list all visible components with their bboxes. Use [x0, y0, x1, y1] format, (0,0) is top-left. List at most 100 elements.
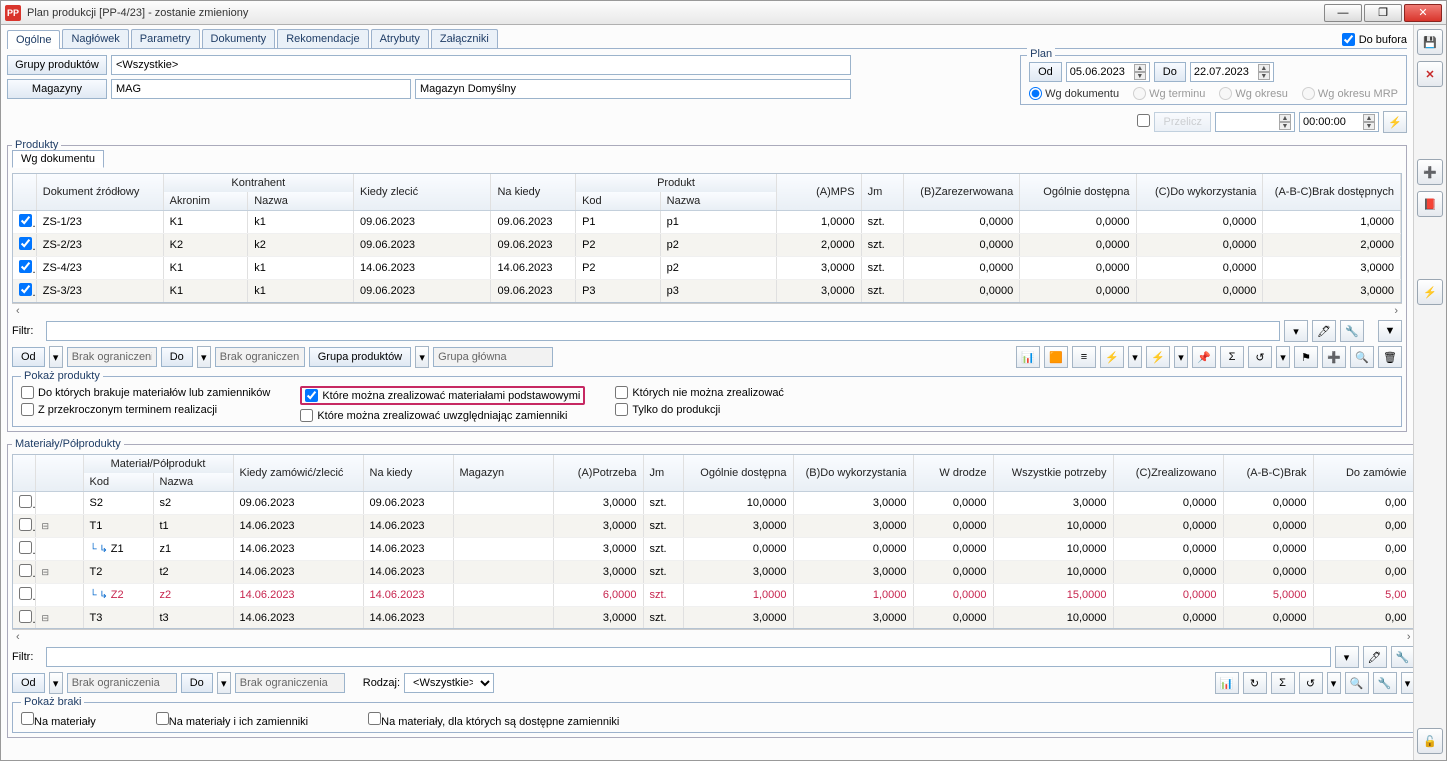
mat-do-drop-icon[interactable]: ▾ — [217, 672, 231, 694]
wg-dokumentu-tab[interactable]: Wg dokumentu — [12, 150, 104, 168]
mat-refresh-icon[interactable]: ↻ — [1243, 672, 1267, 694]
chk-na-materialy-zamienniki[interactable]: Na materiały i ich zamienniki — [156, 712, 308, 728]
radio-wg-okresu[interactable]: Wg okresu — [1219, 87, 1288, 100]
tab-załączniki[interactable]: Załączniki — [431, 29, 498, 48]
materialy-filtr-input[interactable] — [46, 647, 1331, 667]
produkty-od-button[interactable]: Od — [12, 347, 45, 367]
mat-wrench-icon[interactable]: 🔧 — [1373, 672, 1397, 694]
plan-od-date[interactable]: 05.06.2023▲▼ — [1066, 62, 1150, 82]
scroll-left-icon[interactable]: ‹ — [16, 305, 20, 317]
tab-rekomendacje[interactable]: Rekomendacje — [277, 29, 368, 48]
table-row[interactable]: ZS-2/23K2k209.06.202309.06.2023P2p22,000… — [13, 234, 1401, 257]
plan-od-button[interactable]: Od — [1029, 62, 1062, 82]
list-icon[interactable]: ≡ — [1072, 346, 1096, 368]
tab-dokumenty[interactable]: Dokumenty — [202, 29, 276, 48]
pin-icon[interactable]: 📌 — [1192, 346, 1216, 368]
mat-scroll-right-icon[interactable]: › — [1407, 631, 1411, 643]
funnel-icon[interactable]: ▼ — [1378, 320, 1402, 342]
mat-scroll-left-icon[interactable]: ‹ — [16, 631, 20, 643]
chk-brakuje-materialow[interactable]: Do których brakuje materiałów lub zamien… — [21, 386, 270, 399]
mat-sigma-icon[interactable]: Σ — [1271, 672, 1295, 694]
scroll-right-icon[interactable]: › — [1394, 305, 1398, 317]
od-drop-icon[interactable]: ▾ — [49, 346, 63, 368]
bolt2-icon[interactable]: ⚡ — [1146, 346, 1170, 368]
table-row[interactable]: ZS-1/23K1k109.06.202309.06.2023P1p11,000… — [13, 211, 1401, 234]
magazyn-kod-input[interactable] — [111, 79, 411, 99]
mat-filtr-drop-icon[interactable]: ▾ — [1335, 646, 1359, 668]
sigma-icon[interactable]: Σ — [1220, 346, 1244, 368]
chk-zrealizowac-podstawowymi[interactable]: Które można zrealizować materiałami pods… — [300, 386, 585, 405]
przelicz-value[interactable]: ▲▼ — [1215, 112, 1295, 132]
table-row[interactable]: ZS-4/23K1k114.06.202314.06.2023P2p23,000… — [13, 257, 1401, 280]
produkty-filtr-input[interactable] — [46, 321, 1280, 341]
chk-na-materialy[interactable]: Na materiały — [21, 712, 96, 728]
magazyny-button[interactable]: Magazyny — [7, 79, 107, 99]
mat-undo-icon[interactable]: ↺ — [1299, 672, 1323, 694]
materialy-do-button[interactable]: Do — [181, 673, 213, 693]
table-row[interactable]: ZS-3/23K1k109.06.202309.06.2023P3p33,000… — [13, 280, 1401, 303]
filtr-tool-icon[interactable]: 🔧 — [1340, 320, 1364, 342]
mat-undo-drop-icon[interactable]: ▾ — [1327, 672, 1341, 694]
trash-icon[interactable]: 🗑 — [1378, 346, 1402, 368]
mat-chart-icon[interactable]: 📊 — [1215, 672, 1239, 694]
grupy-produktow-input[interactable] — [111, 55, 851, 75]
close-button[interactable]: ✕ — [1404, 4, 1442, 22]
plan-do-button[interactable]: Do — [1154, 62, 1186, 82]
mat-wrench-drop-icon[interactable]: ▾ — [1401, 672, 1414, 694]
mat-od-drop-icon[interactable]: ▾ — [49, 672, 63, 694]
filtr-edit-icon[interactable]: 🖊 — [1312, 320, 1336, 342]
tab-parametry[interactable]: Parametry — [131, 29, 200, 48]
save-icon[interactable]: 💾 — [1417, 29, 1443, 55]
przelicz-checkbox[interactable] — [1137, 114, 1150, 130]
rodzaj-select[interactable]: <Wszystkie> — [404, 673, 494, 693]
table-row[interactable]: ⊟T1t114.06.202314.06.20233,0000szt.3,000… — [13, 515, 1413, 538]
table-row[interactable]: ⊟T3t314.06.202314.06.20233,0000szt.3,000… — [13, 607, 1413, 630]
filtr-drop-icon[interactable]: ▾ — [1284, 320, 1308, 342]
materialy-od-button[interactable]: Od — [12, 673, 45, 693]
side-bolt-icon[interactable]: ⚡ — [1417, 279, 1443, 305]
undo-drop-icon[interactable]: ▾ — [1276, 346, 1290, 368]
mat-filtr-tool-icon[interactable]: 🔧 — [1391, 646, 1414, 668]
chk-zrealizowac-zamienniki[interactable]: Które można zrealizować uwzględniając za… — [300, 409, 585, 422]
side-add-icon[interactable]: ➕ — [1417, 159, 1443, 185]
radio-wg-dokumentu[interactable]: Wg dokumentu — [1029, 87, 1119, 100]
mat-filtr-edit-icon[interactable]: 🖊 — [1363, 646, 1387, 668]
grupa-drop-icon[interactable]: ▾ — [415, 346, 429, 368]
radio-wg-terminu[interactable]: Wg terminu — [1133, 87, 1205, 100]
do-bufora-checkbox[interactable]: Do bufora — [1342, 33, 1407, 46]
tab-atrybuty[interactable]: Atrybuty — [371, 29, 429, 48]
bolt1-icon[interactable]: ⚡ — [1100, 346, 1124, 368]
table-row[interactable]: └ ↳ Z2z214.06.202314.06.20236,0000szt.1,… — [13, 584, 1413, 607]
plan-do-date[interactable]: 22.07.2023▲▼ — [1190, 62, 1274, 82]
grupy-produktow-button[interactable]: Grupy produktów — [7, 55, 107, 75]
produkty-table[interactable]: Dokument źródłowy Kontrahent Kiedy zleci… — [12, 173, 1402, 303]
chk-przekroczony-termin[interactable]: Z przekroczonym terminem realizacji — [21, 403, 270, 416]
przelicz-button[interactable]: Przelicz — [1154, 112, 1211, 132]
undo-icon[interactable]: ↺ — [1248, 346, 1272, 368]
table-row[interactable]: ⊟T2t214.06.202314.06.20233,0000szt.3,000… — [13, 561, 1413, 584]
grupa-produktow-button[interactable]: Grupa produktów — [309, 347, 411, 367]
bolt2-drop-icon[interactable]: ▾ — [1174, 346, 1188, 368]
bolt1-drop-icon[interactable]: ▾ — [1128, 346, 1142, 368]
minimize-button[interactable]: — — [1324, 4, 1362, 22]
do-drop-icon[interactable]: ▾ — [197, 346, 211, 368]
chk-tylko-do-produkcji[interactable]: Tylko do produkcji — [615, 403, 784, 416]
side-book-icon[interactable]: 📕 — [1417, 191, 1443, 217]
maximize-button[interactable]: ❐ — [1364, 4, 1402, 22]
produkty-do-button[interactable]: Do — [161, 347, 193, 367]
tab-ogólne[interactable]: Ogólne — [7, 30, 60, 49]
chk-na-materialy-dostepne-zam[interactable]: Na materiały, dla których są dostępne za… — [368, 712, 619, 728]
tab-nagłówek[interactable]: Nagłówek — [62, 29, 128, 48]
plus-icon[interactable]: ➕ — [1322, 346, 1346, 368]
mat-zoom-icon[interactable]: 🔍 — [1345, 672, 1369, 694]
search-icon[interactable]: 🔍 — [1350, 346, 1374, 368]
chart-icon[interactable]: 📊 — [1016, 346, 1040, 368]
lock-icon[interactable]: 🔓 — [1417, 728, 1443, 754]
chk-nie-mozna-zrealizowac[interactable]: Których nie można zrealizować — [615, 386, 784, 399]
box-icon[interactable]: 🟧 — [1044, 346, 1068, 368]
cancel-icon[interactable]: ✕ — [1417, 61, 1443, 87]
materialy-table[interactable]: Materiał/Półprodukt Kiedy zamówić/zlecić… — [12, 454, 1413, 629]
table-row[interactable]: S2s209.06.202309.06.20233,0000szt.10,000… — [13, 492, 1413, 515]
przelicz-time[interactable]: 00:00:00▲▼ — [1299, 112, 1379, 132]
magazyn-nazwa-input[interactable] — [415, 79, 851, 99]
